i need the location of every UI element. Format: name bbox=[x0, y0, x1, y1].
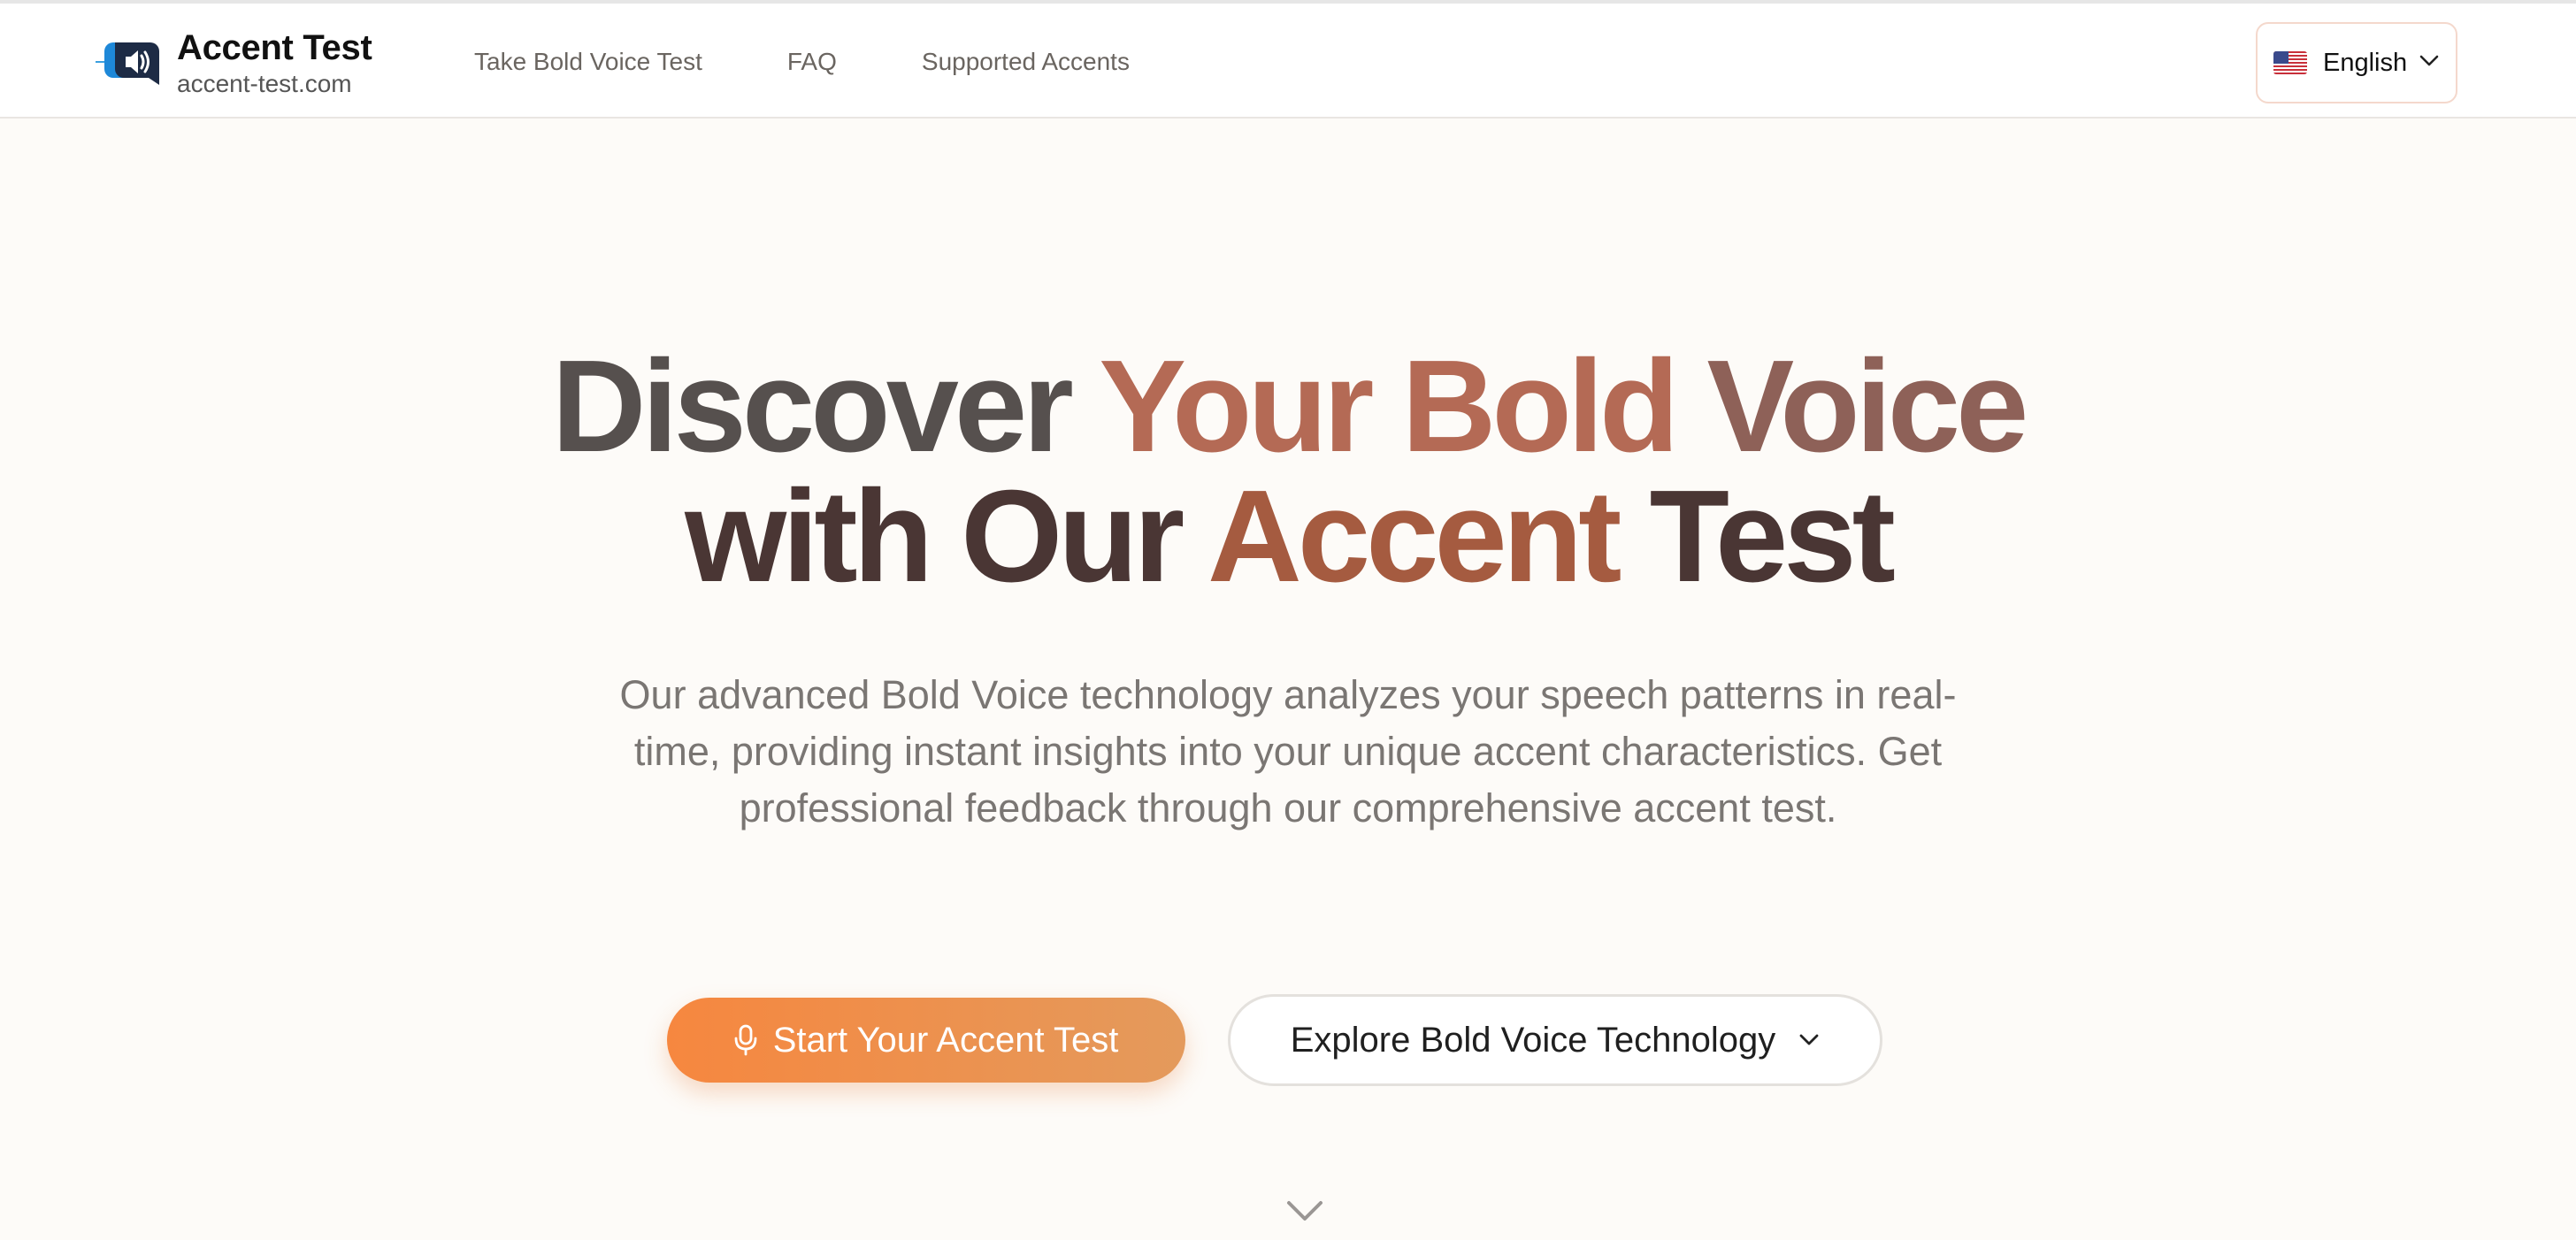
chevron-down-icon bbox=[2419, 55, 2439, 72]
nav-take-test[interactable]: Take Bold Voice Test bbox=[474, 46, 702, 78]
microphone-icon bbox=[734, 1024, 757, 1056]
start-accent-test-label: Start Your Accent Test bbox=[772, 1020, 1119, 1060]
headline-word: Voice bbox=[1706, 333, 2029, 479]
explore-bold-voice-label: Explore Bold Voice Technology bbox=[1290, 1020, 1776, 1060]
nav-supported-accents[interactable]: Supported Accents bbox=[922, 46, 1130, 78]
speaker-chat-bubble-icon bbox=[96, 37, 163, 90]
headline-word: Accent bbox=[1207, 463, 1622, 609]
brand-link[interactable]: Accent Test accent-test.com bbox=[96, 23, 372, 104]
main-nav: Take Bold Voice Test FAQ Supported Accen… bbox=[474, 46, 1215, 78]
hero-headline-line2: with Our Accent Test bbox=[0, 471, 2576, 602]
headline-word: Your bbox=[1099, 333, 1374, 479]
start-accent-test-button[interactable]: Start Your Accent Test bbox=[667, 998, 1185, 1083]
hero-headline-line1: Discover Your Bold Voice bbox=[0, 341, 2576, 472]
hero-subtitle: Our advanced Bold Voice technology analy… bbox=[619, 672, 1957, 830]
headline-word: Discover bbox=[551, 333, 1074, 479]
headline-word: Our bbox=[961, 463, 1184, 609]
brand-title: Accent Test bbox=[177, 28, 372, 67]
language-selector[interactable]: English bbox=[2256, 22, 2457, 103]
chevron-down-icon bbox=[1798, 1033, 1820, 1047]
site-header: Accent Test accent-test.com Take Bold Vo… bbox=[0, 4, 2576, 119]
language-label: English bbox=[2323, 48, 2408, 77]
headline-word: Test bbox=[1649, 463, 1896, 609]
headline-word: Bold bbox=[1401, 333, 1680, 479]
us-flag-icon bbox=[2273, 51, 2307, 74]
scroll-down-chevron-icon[interactable] bbox=[1285, 1198, 1324, 1224]
brand-domain: accent-test.com bbox=[177, 70, 352, 97]
hero-section: Discover Your Bold Voice with Our Accent… bbox=[0, 120, 2576, 1240]
nav-faq[interactable]: FAQ bbox=[787, 46, 837, 78]
headline-word: with bbox=[685, 463, 933, 609]
explore-bold-voice-button[interactable]: Explore Bold Voice Technology bbox=[1228, 994, 1882, 1086]
